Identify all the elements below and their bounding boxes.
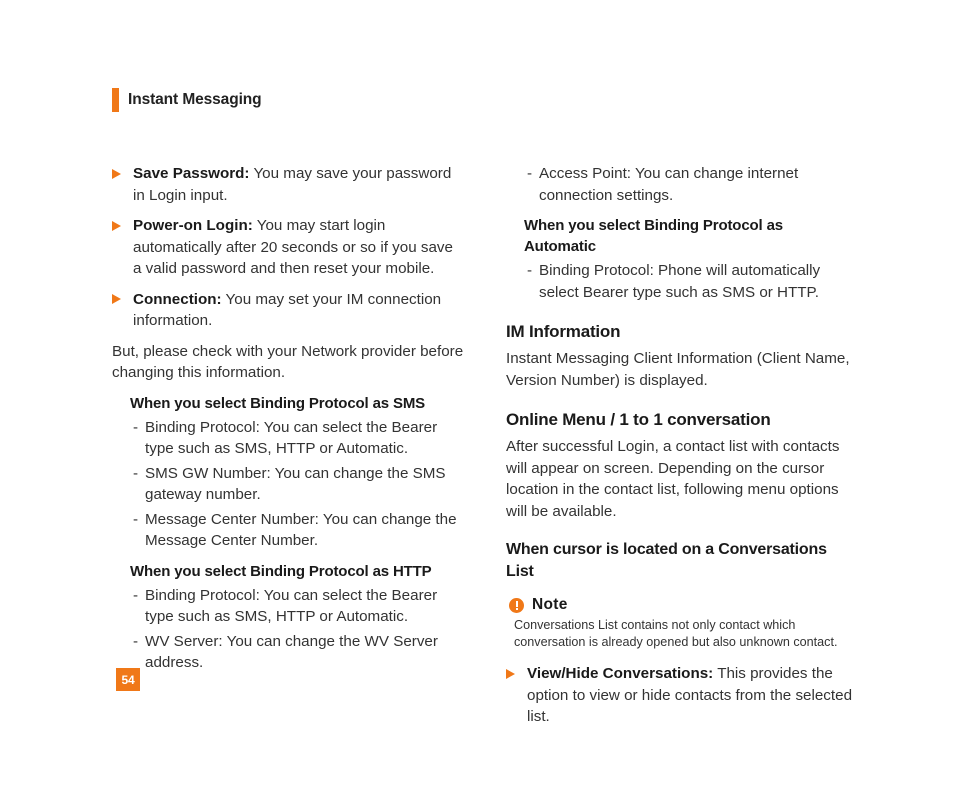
dash-icon: - <box>133 464 139 482</box>
heading-binding-protocol-http: When you select Binding Protocol as HTTP <box>130 562 432 580</box>
bullet-view-hide-conversations: View/Hide Conversations: This provides t… <box>506 663 858 728</box>
heading-online-menu: Online Menu / 1 to 1 conversation <box>506 410 771 429</box>
heading-binding-protocol-automatic: When you select Binding Protocol as Auto… <box>524 217 783 255</box>
dash-icon: - <box>133 632 139 650</box>
dash-icon: - <box>527 165 533 182</box>
list-item-text: Message Center Number: You can change th… <box>145 510 457 550</box>
list-item-text: Binding Protocol: You can select the Bea… <box>145 418 438 458</box>
bullet-lead: Power-on Login: <box>133 217 253 234</box>
heading-im-information: IM Information <box>506 322 621 341</box>
online-menu-body: After successful Login, a contact list w… <box>506 438 840 520</box>
list-item: - SMS GW Number: You can change the SMS g… <box>133 463 464 506</box>
bullet-lead: Connection: <box>133 290 222 308</box>
triangle-right-icon <box>112 168 121 179</box>
im-information-body: Instant Messaging Client Information (Cl… <box>506 350 850 389</box>
list-item-text: Binding Protocol: Phone will automatical… <box>539 262 821 301</box>
list-item: - Binding Protocol: Phone will automatica… <box>527 260 858 303</box>
list-item-text: Access Point: You can change internet co… <box>539 165 799 204</box>
list-item-text: WV Server: You can change the WV Server … <box>145 632 438 672</box>
dash-icon: - <box>133 510 139 528</box>
triangle-right-icon <box>506 668 515 679</box>
note-body: Conversations List contains not only con… <box>514 618 838 649</box>
bullet-connection: Connection: You may set your IM connecti… <box>112 289 464 332</box>
list-item: - WV Server: You can change the WV Server… <box>133 631 464 674</box>
page-number-badge: 54 <box>116 668 140 691</box>
bullet-lead: View/Hide Conversations: <box>527 665 714 682</box>
list-item: - Message Center Number: You can change t… <box>133 509 464 552</box>
page-header: Instant Messaging <box>112 88 262 112</box>
header-accent-bar <box>112 88 119 112</box>
list-item: - Binding Protocol: You can select the Be… <box>133 585 464 628</box>
note-header: Note <box>509 596 858 614</box>
bullet-save-password: Save Password: You may save your passwor… <box>112 163 464 206</box>
bullet-power-on-login: Power-on Login: You may start login auto… <box>112 215 464 280</box>
bullet-lead: Save Password: <box>133 165 250 182</box>
network-provider-note: But, please check with your Network prov… <box>112 342 464 382</box>
dash-icon: - <box>133 586 139 604</box>
triangle-right-icon <box>112 294 121 304</box>
triangle-right-icon <box>112 220 121 231</box>
right-column: - Access Point: You can change internet c… <box>506 163 858 737</box>
list-item-text: SMS GW Number: You can change the SMS ga… <box>145 464 446 504</box>
note-title: Note <box>532 596 568 613</box>
heading-cursor-conversations-list: When cursor is located on a Conversation… <box>506 541 827 580</box>
list-item: - Binding Protocol: You can select the Be… <box>133 417 464 460</box>
page-title: Instant Messaging <box>128 91 262 109</box>
list-item: - Access Point: You can change internet c… <box>527 163 858 206</box>
dash-icon: - <box>133 418 139 436</box>
heading-binding-protocol-sms: When you select Binding Protocol as SMS <box>130 394 426 412</box>
list-item-text: Binding Protocol: You can select the Bea… <box>145 586 438 626</box>
left-column: Save Password: You may save your passwor… <box>112 163 464 677</box>
dash-icon: - <box>527 262 533 279</box>
exclamation-circle-icon <box>509 597 524 613</box>
